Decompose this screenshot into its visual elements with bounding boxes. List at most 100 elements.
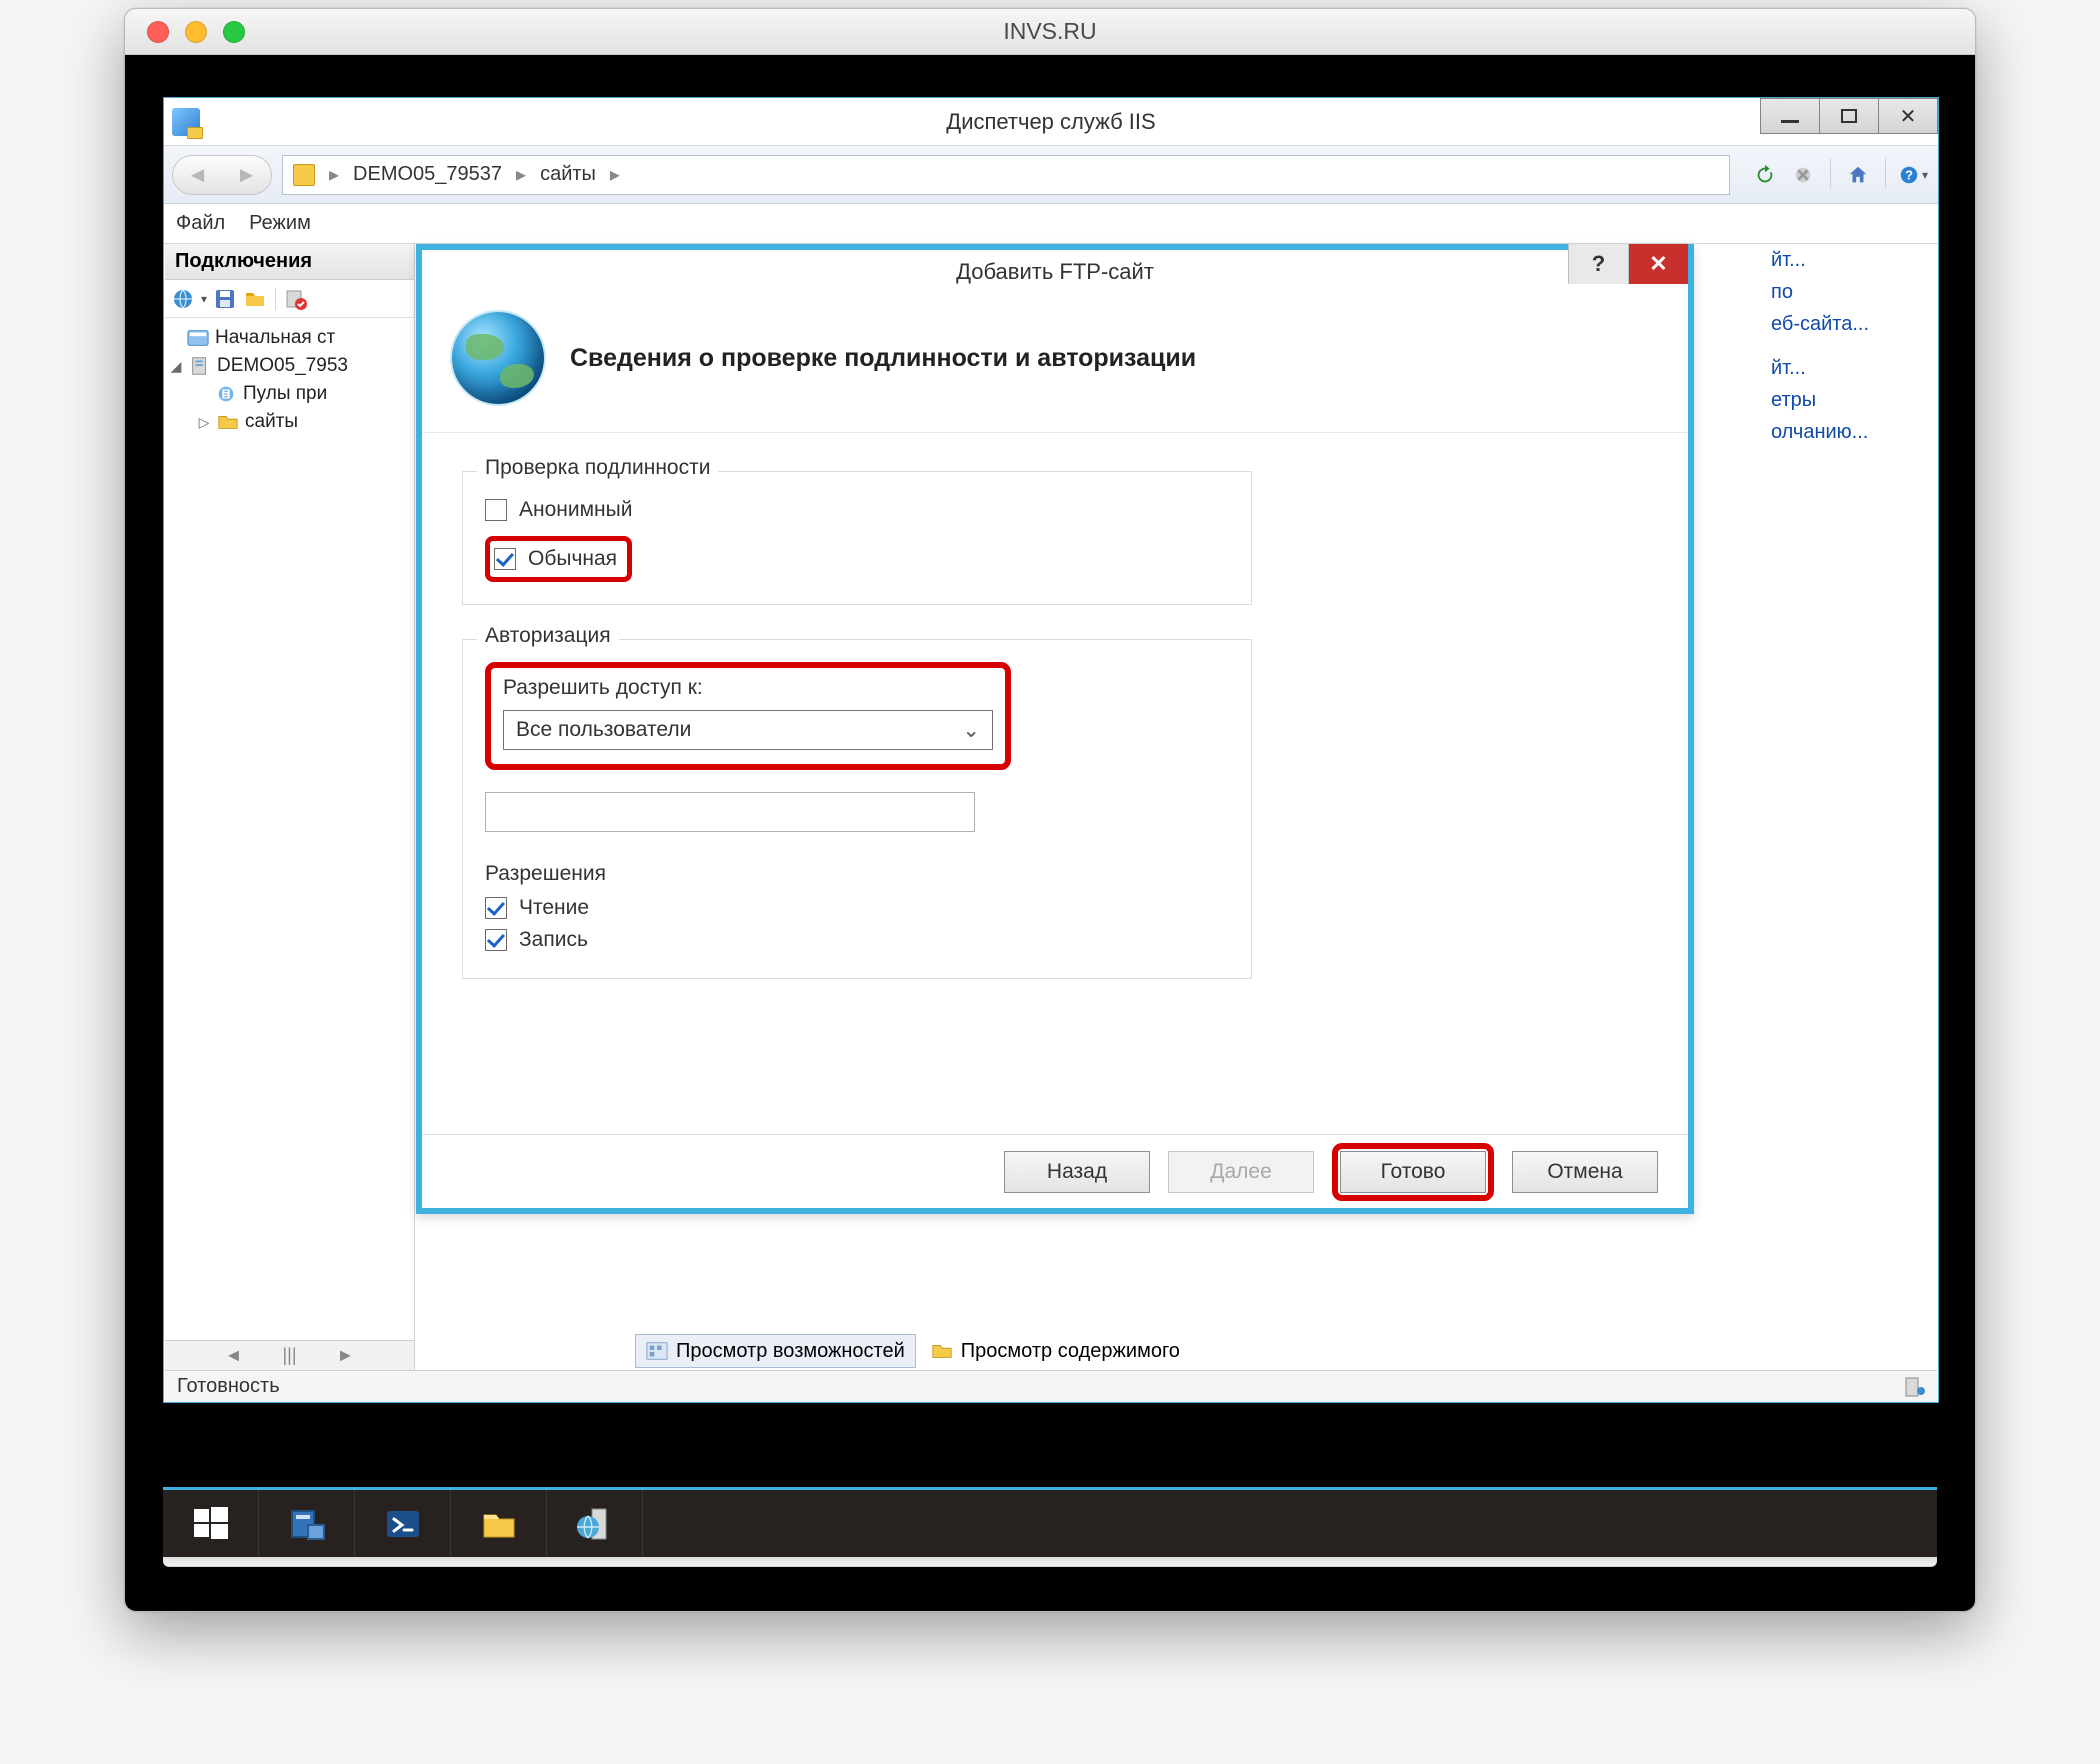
action-link[interactable]: йт... (1771, 244, 1931, 276)
cancel-button[interactable]: Отмена (1512, 1151, 1658, 1193)
windows-taskbar (163, 1487, 1937, 1557)
menu-file[interactable]: Файл (176, 212, 225, 235)
action-link[interactable]: етры (1771, 384, 1931, 416)
tab-content-view[interactable]: Просмотр содержимого (920, 1334, 1191, 1368)
checkbox-icon[interactable] (485, 499, 507, 521)
tree-label: Начальная ст (215, 327, 335, 349)
menu-mode[interactable]: Режим (249, 212, 311, 235)
chevron-down-icon: ⌄ (962, 718, 980, 743)
home-icon[interactable] (1841, 158, 1875, 192)
connect-icon[interactable] (171, 287, 195, 311)
iis-address-bar-row: ◄ ► ▸ DEMO05_79537 ▸ сайты ▸ (164, 146, 1938, 204)
open-icon[interactable] (243, 287, 267, 311)
save-icon[interactable] (213, 287, 237, 311)
forward-arrow-icon[interactable]: ► (236, 162, 258, 188)
checkbox-label: Анонимный (519, 498, 632, 522)
remote-desktop-canvas: Диспетчер служб IIS ✕ ◄ ► ▸ DEMO05_79537… (125, 55, 1975, 1611)
iis-menubar: Файл Режим (164, 204, 1938, 244)
iis-titlebar: Диспетчер служб IIS ✕ (164, 98, 1938, 146)
content-view-icon (931, 1341, 953, 1361)
collapse-icon[interactable]: ◢ (169, 358, 183, 375)
connections-title: Подключения (165, 244, 414, 280)
next-button: Далее (1168, 1151, 1314, 1193)
authentication-group: Проверка подлинности Анонимный Обычная (462, 471, 1252, 605)
dialog-heading: Сведения о проверке подлинности и автори… (570, 344, 1196, 373)
iis-minimize-button[interactable] (1760, 98, 1820, 134)
start-page-icon (187, 328, 209, 348)
dialog-close-button[interactable]: ✕ (1628, 244, 1688, 284)
globe-icon (452, 312, 544, 404)
connections-toolbar: ▾ (165, 280, 414, 318)
tree-label: DEMO05_7953 (217, 355, 348, 377)
checkbox-icon[interactable] (485, 897, 507, 919)
checkbox-icon[interactable] (485, 929, 507, 951)
folder-icon (217, 412, 239, 432)
tab-label: Просмотр содержимого (961, 1340, 1180, 1363)
refresh-icon[interactable] (1748, 158, 1782, 192)
tree-label: сайты (245, 411, 298, 433)
group-legend: Проверка подлинности (477, 456, 718, 480)
start-button[interactable] (163, 1490, 259, 1557)
server-settings-icon[interactable] (284, 287, 308, 311)
connections-panel: Подключения ▾ Начальная ст (165, 244, 415, 1370)
finish-button[interactable]: Готово (1340, 1151, 1486, 1193)
action-link[interactable]: по (1771, 276, 1931, 308)
iis-window-title: Диспетчер служб IIS (164, 109, 1938, 135)
dialog-titlebar: Добавить FTP-сайт ? ✕ (422, 250, 1688, 294)
nav-back-forward[interactable]: ◄ ► (172, 155, 272, 195)
breadcrumb-host[interactable]: DEMO05_79537 (353, 163, 502, 186)
combo-value: Все пользователи (516, 718, 691, 742)
iis-maximize-button[interactable] (1819, 98, 1879, 134)
iis-close-button[interactable]: ✕ (1878, 98, 1938, 134)
dialog-header: Сведения о проверке подлинности и автори… (422, 294, 1688, 433)
action-link[interactable]: йт... (1771, 352, 1931, 384)
tree-start-page[interactable]: Начальная ст (169, 324, 410, 352)
highlight-finish: Готово (1332, 1143, 1494, 1201)
group-legend: Авторизация (477, 624, 619, 648)
sidebar-scrollbar[interactable]: ◄|||► (165, 1340, 414, 1370)
dialog-button-row: Назад Далее Готово Отмена (422, 1134, 1688, 1208)
authorization-group: Авторизация Разрешить доступ к: Все поль… (462, 639, 1252, 979)
action-link[interactable]: еб-сайта... (1771, 308, 1931, 340)
anonymous-checkbox-row[interactable]: Анонимный (485, 494, 1229, 526)
allow-access-label: Разрешить доступ к: (503, 676, 993, 700)
chevron-right-icon: ▸ (329, 162, 339, 187)
status-server-icon (1901, 1377, 1925, 1397)
tree-sites[interactable]: ▷ сайты (169, 408, 410, 436)
back-arrow-icon[interactable]: ◄ (187, 162, 209, 188)
features-view-icon (646, 1341, 668, 1361)
action-link[interactable]: олчанию... (1771, 416, 1931, 448)
tree-host[interactable]: ◢ DEMO05_7953 (169, 352, 410, 380)
expand-icon[interactable]: ▷ (197, 414, 211, 431)
checkbox-icon[interactable] (494, 548, 516, 570)
breadcrumb-bar[interactable]: ▸ DEMO05_79537 ▸ сайты ▸ (282, 155, 1730, 195)
status-text: Готовность (177, 1375, 280, 1398)
basic-checkbox-row[interactable]: Обычная (494, 543, 617, 575)
checkbox-label: Запись (519, 928, 588, 952)
breadcrumb-node[interactable]: сайты (540, 163, 596, 186)
dialog-title: Добавить FTP-сайт (956, 259, 1154, 285)
explorer-taskbar-icon[interactable] (451, 1490, 547, 1557)
connections-tree[interactable]: Начальная ст ◢ DEMO05_7953 Пулы при (165, 318, 414, 1340)
chevron-right-icon: ▸ (610, 162, 620, 187)
read-checkbox-row[interactable]: Чтение (485, 892, 1229, 924)
window-shadow-strip (163, 1557, 1937, 1567)
mac-window-title: INVS.RU (125, 18, 1975, 45)
iis-taskbar-icon[interactable] (547, 1490, 643, 1557)
dialog-help-button[interactable]: ? (1568, 244, 1628, 284)
mac-window: INVS.RU Диспетчер служб IIS ✕ ◄ ► (124, 8, 1976, 1612)
powershell-taskbar-icon[interactable] (355, 1490, 451, 1557)
server-manager-taskbar-icon[interactable] (259, 1490, 355, 1557)
checkbox-label: Обычная (528, 547, 617, 571)
iis-status-bar: Готовность (165, 1370, 1937, 1402)
add-ftp-site-dialog: Добавить FTP-сайт ? ✕ Сведения о проверк… (416, 244, 1694, 1214)
specific-users-input[interactable] (485, 792, 975, 832)
back-button[interactable]: Назад (1004, 1151, 1150, 1193)
stop-icon (1786, 158, 1820, 192)
allow-access-select[interactable]: Все пользователи ⌄ (503, 710, 993, 750)
tree-app-pools[interactable]: Пулы при (169, 380, 410, 408)
highlight-basic-auth: Обычная (485, 536, 632, 582)
tab-features-view[interactable]: Просмотр возможностей (635, 1334, 916, 1368)
write-checkbox-row[interactable]: Запись (485, 924, 1229, 956)
help-icon[interactable]: ?▾ (1896, 158, 1930, 192)
